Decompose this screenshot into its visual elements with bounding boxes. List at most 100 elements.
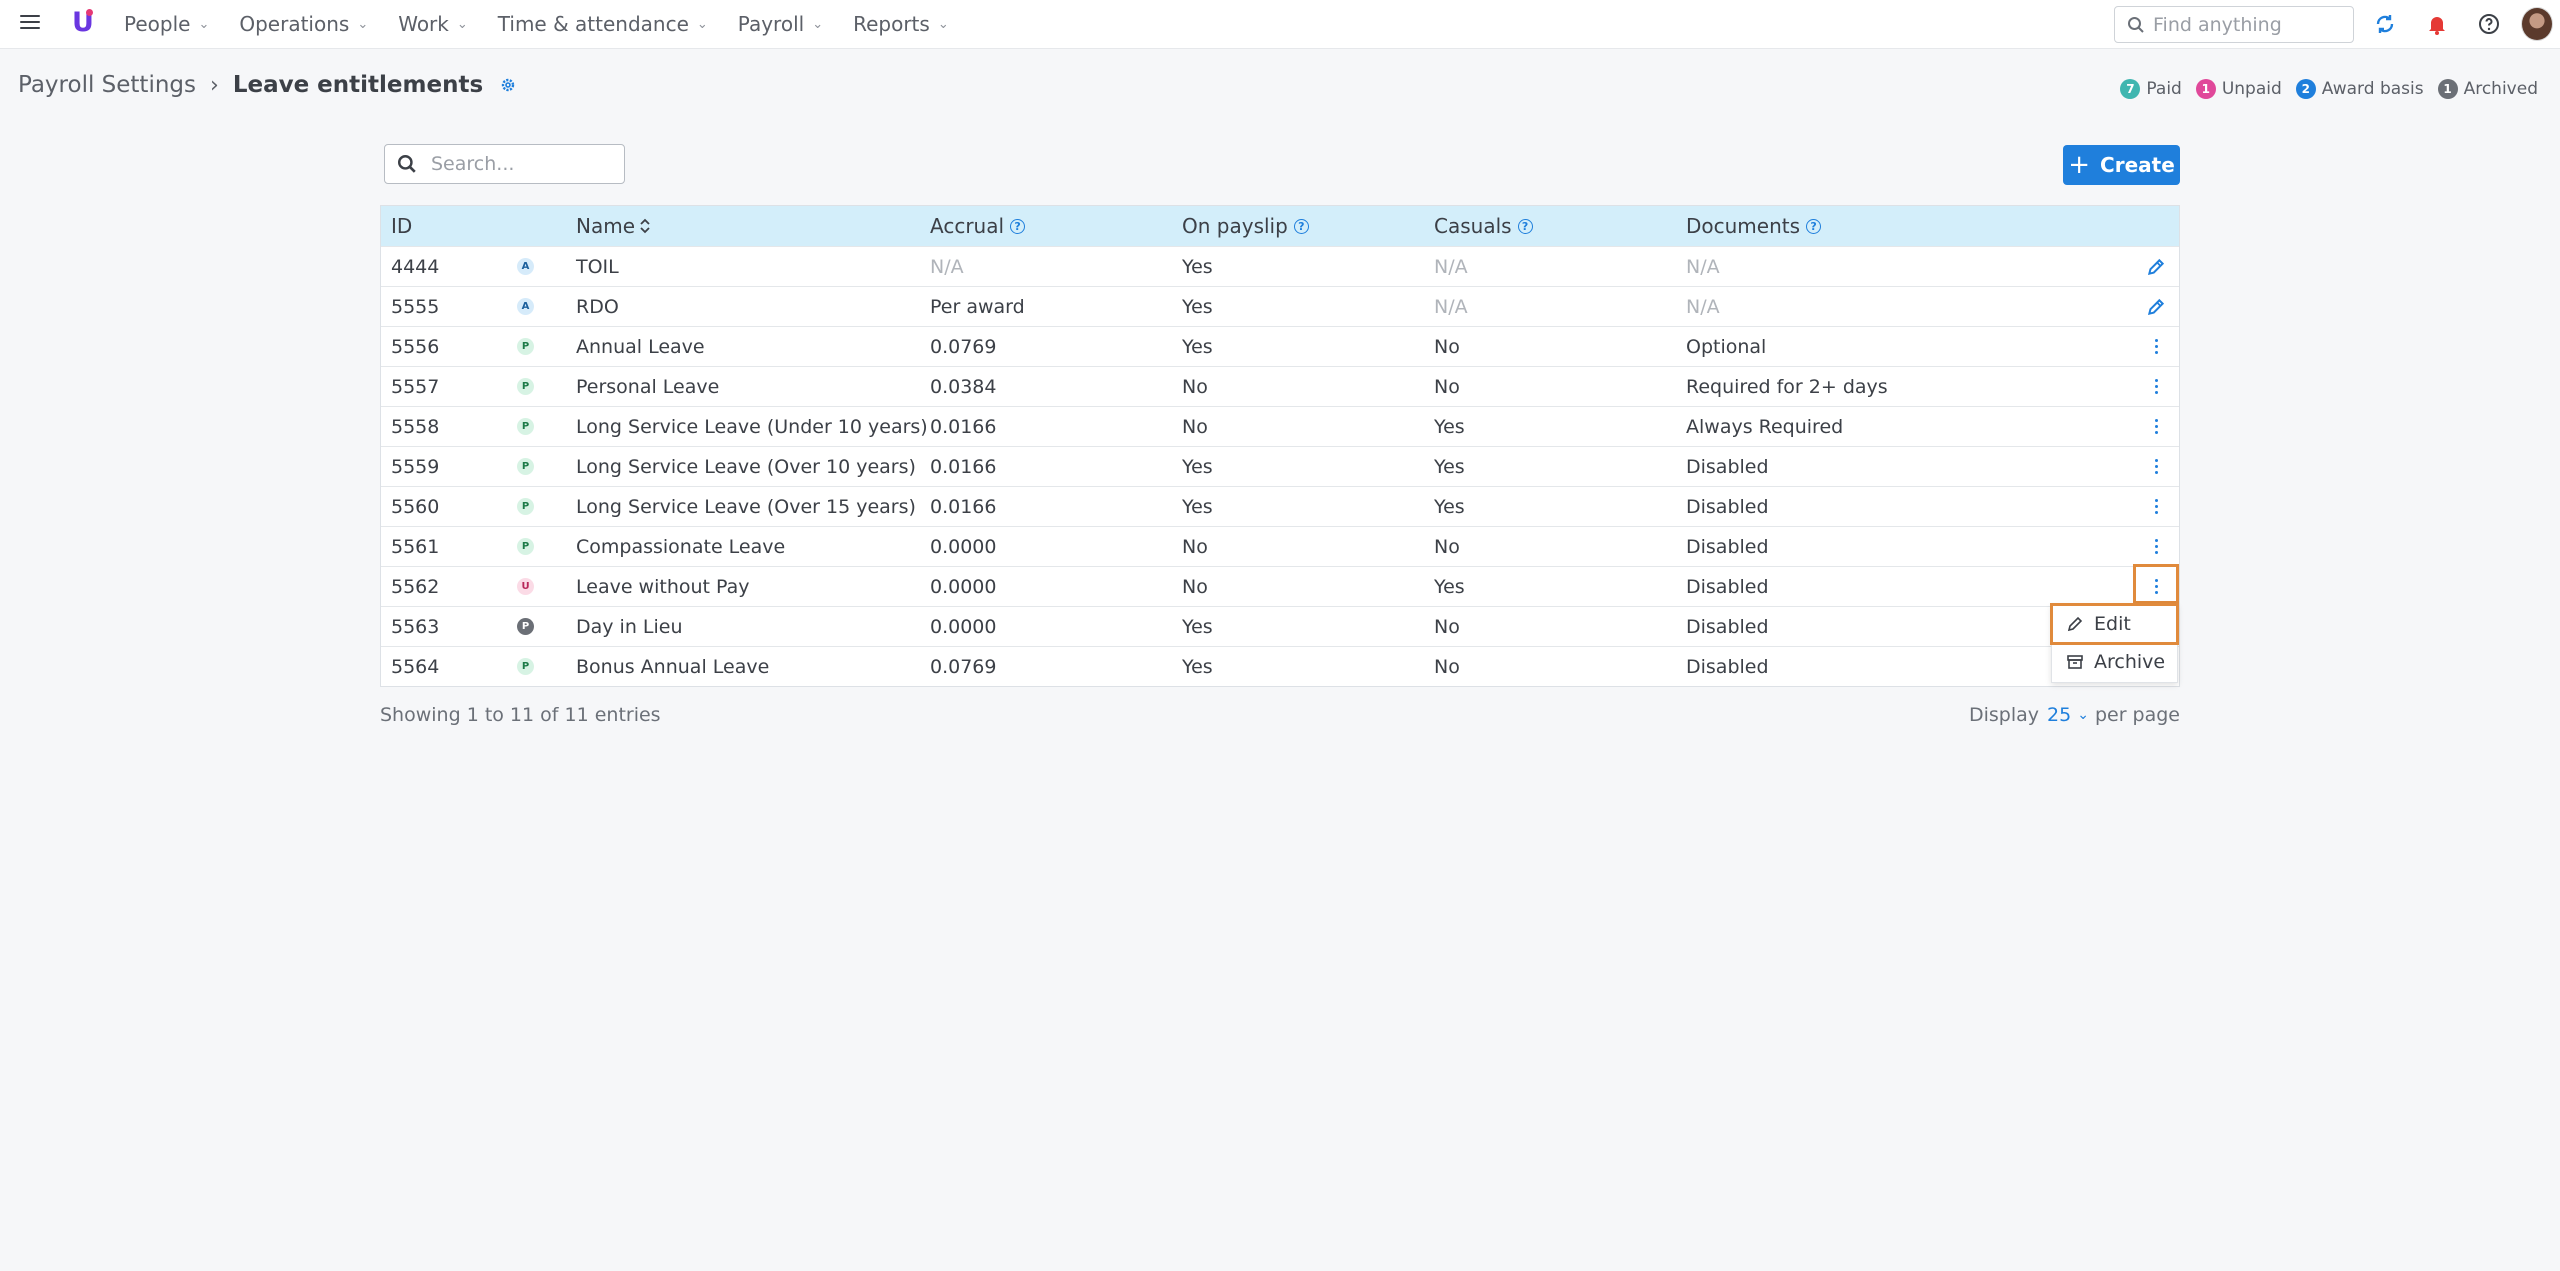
column-header-documents-label: Documents (1686, 214, 1801, 238)
cell-documents: Disabled (1686, 455, 1769, 478)
table-row: 5563 P Day in Lieu 0.0000 Yes No Disable… (381, 606, 2179, 646)
sync-icon[interactable] (2373, 12, 2397, 36)
leave-entitlements-table: ID Name Accrual ? On payslip ? Casuals ?… (380, 205, 2180, 687)
nav-item-time-attendance[interactable]: Time & attendance ⌄ (498, 12, 708, 36)
more-options-icon[interactable] (2154, 458, 2158, 476)
leave-type-badge: P (517, 447, 534, 486)
cell-accrual: 0.0166 (930, 455, 997, 478)
cell-id: 5564 (391, 655, 440, 678)
badge-letter: U (517, 578, 534, 595)
help-icon[interactable]: ? (1806, 218, 1822, 234)
breadcrumb-payroll-settings[interactable]: Payroll Settings (18, 72, 196, 98)
notification-bell-icon[interactable] (2425, 12, 2449, 36)
column-header-on-payslip-label: On payslip (1182, 214, 1288, 238)
user-avatar[interactable] (2521, 7, 2553, 41)
row-action[interactable] (2143, 487, 2169, 526)
row-action[interactable] (2143, 327, 2169, 366)
cell-documents: Always Required (1686, 415, 1844, 438)
nav-item-reports[interactable]: Reports ⌄ (853, 12, 949, 36)
row-action[interactable] (2143, 407, 2169, 446)
table-search (384, 144, 625, 184)
help-icon[interactable] (2477, 12, 2501, 36)
cell-on-payslip: Yes (1182, 495, 1213, 518)
cell-casuals: No (1434, 375, 1460, 398)
gear-icon[interactable] (499, 76, 517, 94)
row-action[interactable] (2143, 287, 2169, 326)
column-header-name[interactable]: Name (576, 206, 651, 246)
search-input[interactable] (431, 153, 611, 175)
search-icon (398, 155, 416, 173)
create-button[interactable]: + Create (2063, 145, 2180, 185)
cell-name: RDO (576, 295, 619, 318)
cell-documents: N/A (1686, 255, 1720, 278)
badge-letter: P (517, 658, 534, 675)
cell-on-payslip: No (1182, 535, 1208, 558)
nav-item-work[interactable]: Work ⌄ (398, 12, 468, 36)
hamburger-menu-icon[interactable] (20, 15, 40, 33)
help-icon[interactable]: ? (1293, 218, 1309, 234)
legend-count: 1 (2195, 79, 2216, 99)
cell-name: Compassionate Leave (576, 535, 786, 558)
cell-casuals: No (1434, 535, 1460, 558)
more-options-icon[interactable] (2154, 498, 2158, 516)
cell-casuals: Yes (1434, 495, 1465, 518)
cell-accrual: N/A (930, 255, 964, 278)
table-row: 5560 P Long Service Leave (Over 15 years… (381, 486, 2179, 526)
cell-documents: Disabled (1686, 655, 1769, 678)
legend-label: Archived (2463, 79, 2538, 99)
per-page-value: 25 (2047, 704, 2072, 726)
pencil-icon[interactable] (2146, 297, 2166, 317)
help-icon[interactable]: ? (1010, 218, 1026, 234)
more-options-icon[interactable] (2154, 378, 2158, 396)
cell-on-payslip: Yes (1182, 295, 1213, 318)
nav-item-people[interactable]: People ⌄ (124, 12, 209, 36)
help-icon[interactable]: ? (1517, 218, 1533, 234)
more-options-icon[interactable] (2154, 418, 2158, 436)
cell-name: TOIL (576, 255, 619, 278)
per-page-select[interactable]: 25 ⌄ (2047, 704, 2089, 726)
nav-label: Reports (853, 12, 930, 36)
cell-accrual: 0.0769 (930, 655, 997, 678)
nav-item-payroll[interactable]: Payroll ⌄ (738, 12, 823, 36)
cell-id: 5557 (391, 375, 440, 398)
column-header-name-label: Name (576, 214, 636, 238)
menu-item-archive[interactable]: Archive (2052, 643, 2177, 681)
cell-id: 5562 (391, 575, 440, 598)
leave-type-badge: P (517, 367, 534, 406)
nav-label: Work (398, 12, 449, 36)
row-action[interactable] (2143, 367, 2169, 406)
table-row: 4444 A TOIL N/A Yes N/A N/A (381, 246, 2179, 286)
nav-label: Operations (239, 12, 350, 36)
more-options-icon[interactable] (2154, 538, 2158, 556)
row-action[interactable] (2143, 247, 2169, 286)
nav-item-operations[interactable]: Operations ⌄ (239, 12, 368, 36)
cell-documents: Optional (1686, 335, 1767, 358)
leave-type-badge: A (517, 287, 534, 326)
cell-on-payslip: No (1182, 375, 1208, 398)
more-options-icon[interactable] (2154, 338, 2158, 356)
menu-item-edit[interactable]: Edit (2050, 603, 2179, 645)
cell-documents: Disabled (1686, 575, 1769, 598)
per-page-control: Display 25 ⌄ per page (1969, 704, 2180, 726)
cell-id: 5558 (391, 415, 440, 438)
cell-casuals: N/A (1434, 255, 1468, 278)
table-header: ID Name Accrual ? On payslip ? Casuals ?… (381, 206, 2179, 246)
leave-type-badge: A (517, 247, 534, 286)
row-action[interactable] (2143, 527, 2169, 566)
table-body: 4444 A TOIL N/A Yes N/A N/A 5555 A RDO P… (381, 246, 2179, 686)
badge-letter: P (517, 418, 534, 435)
legend-award-basis: 2 Award basis (2295, 79, 2424, 99)
nav-label: Time & attendance (497, 12, 689, 36)
badge-letter: A (517, 298, 534, 315)
legend-paid: 7 Paid (2120, 79, 2182, 99)
global-search-input[interactable] (2153, 13, 2343, 36)
chevron-down-icon: ⌄ (2077, 707, 2089, 723)
cell-documents: N/A (1686, 295, 1720, 318)
pencil-icon[interactable] (2146, 257, 2166, 277)
column-header-documents: Documents ? (1686, 206, 1822, 246)
sort-icon[interactable] (639, 217, 651, 235)
legend-label: Unpaid (2221, 79, 2282, 99)
app-logo[interactable]: U (72, 9, 94, 37)
row-action[interactable] (2143, 447, 2169, 486)
leave-type-badge: P (517, 487, 534, 526)
